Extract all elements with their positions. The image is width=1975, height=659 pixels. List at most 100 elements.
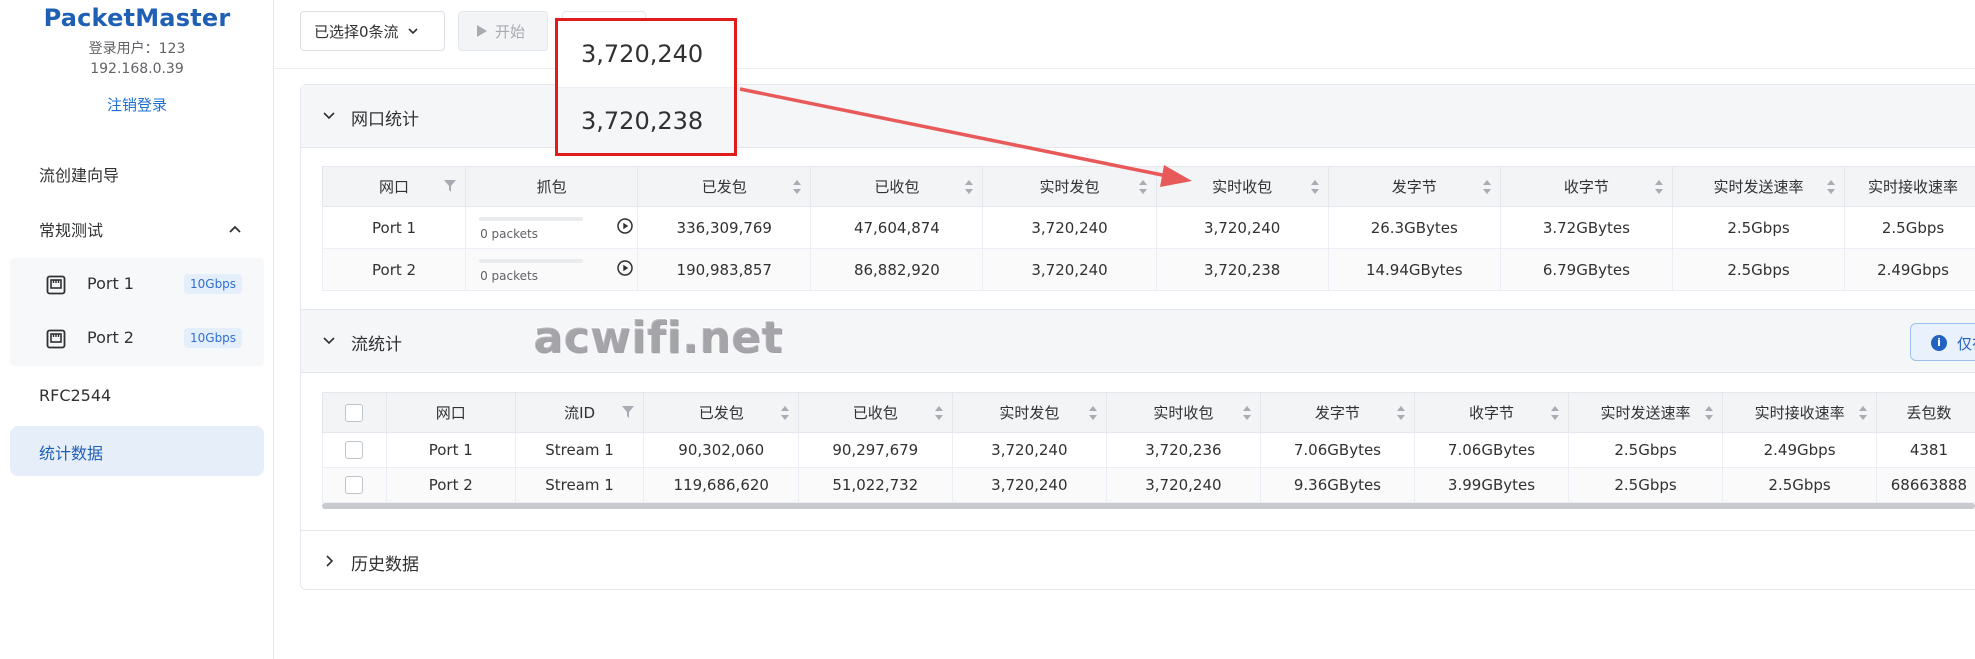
sidebar-item-regular-test[interactable]: 常规测试 xyxy=(39,217,103,241)
section-history-header[interactable]: 历史数据 xyxy=(301,531,1975,591)
sort-icon xyxy=(1654,180,1663,194)
port-label: Port 2 xyxy=(87,328,134,347)
cell-capture: 0 packets xyxy=(465,206,639,249)
ethernet-port-icon xyxy=(46,329,66,349)
sort-icon xyxy=(1482,180,1491,194)
cell-rt-rx: 3,720,238 xyxy=(1155,248,1329,291)
port-stats-table: 网口 抓包 已发包 已收包 实时发包 实时收包 发字节 收字节 实时发送速率 实… xyxy=(321,166,1975,291)
col-header-rt-rx[interactable]: 实时收包 xyxy=(1106,392,1261,433)
sidebar-item-port-1[interactable]: Port 1 10Gbps xyxy=(10,258,264,312)
cell-tx: 119,686,620 xyxy=(643,467,800,503)
filter-icon[interactable] xyxy=(444,180,457,192)
play-circle-icon[interactable] xyxy=(617,260,633,276)
sort-icon xyxy=(1550,406,1559,420)
cell-rx-bytes: 6.79GBytes xyxy=(1499,248,1673,291)
col-header-capture: 抓包 xyxy=(465,166,639,207)
filter-icon[interactable] xyxy=(622,406,635,418)
callout-value-top: 3,720,240 xyxy=(581,40,704,68)
toolbar-divider xyxy=(274,68,1975,69)
col-header-tx-bytes[interactable]: 发字节 xyxy=(1327,166,1501,207)
col-header-rx-rate[interactable]: 实时接收速率 xyxy=(1844,166,1975,207)
capture-count: 0 packets xyxy=(480,227,538,241)
logout-link[interactable]: 注销登录 xyxy=(0,94,274,115)
section-port-stats-header[interactable]: 网口统计 xyxy=(301,85,1975,147)
cell-tx-bytes: 14.94GBytes xyxy=(1327,248,1501,291)
col-header-port: 网口 xyxy=(385,392,516,433)
port-label: Port 1 xyxy=(87,274,134,293)
sidebar-item-statistics[interactable]: 统计数据 xyxy=(10,426,264,476)
highlight-callout: 3,720,240 3,720,238 xyxy=(555,18,737,156)
col-header-rx[interactable]: 已收包 xyxy=(798,392,953,433)
sort-icon xyxy=(1705,406,1714,420)
row-checkbox[interactable] xyxy=(345,441,364,460)
col-header-rt-tx[interactable]: 实时发包 xyxy=(951,392,1108,433)
chevron-down-icon xyxy=(323,112,335,120)
brand-logo: PacketMaster xyxy=(43,4,231,32)
table-row: Port 1 Stream 1 90,302,060 90,297,679 3,… xyxy=(322,432,1975,468)
sidebar-item-flow-wizard[interactable]: 流创建向导 xyxy=(39,162,119,186)
horizontal-scrollbar[interactable] xyxy=(322,503,1975,509)
col-header-rx-bytes[interactable]: 收字节 xyxy=(1414,392,1569,433)
capture-count: 0 packets xyxy=(480,269,538,283)
cell-rt-tx: 3,720,240 xyxy=(951,432,1108,468)
cell-rt-tx: 3,720,240 xyxy=(951,467,1108,503)
row-checkbox-cell[interactable] xyxy=(322,432,387,468)
table-header-row: 网口 抓包 已发包 已收包 实时发包 实时收包 发字节 收字节 实时发送速率 实… xyxy=(321,166,1975,207)
cell-rx-rate: 2.5Gbps xyxy=(1844,206,1975,249)
col-header-tx[interactable]: 已发包 xyxy=(643,392,800,433)
watermark: acwifi.net xyxy=(533,312,783,363)
start-button[interactable]: 开始 xyxy=(458,11,548,51)
cell-tx-rate: 2.5Gbps xyxy=(1671,248,1846,291)
select-all-checkbox-cell[interactable] xyxy=(322,392,387,433)
cell-tx-rate: 2.5Gbps xyxy=(1671,206,1846,249)
col-header-tx[interactable]: 已发包 xyxy=(637,166,812,207)
col-header-tx-rate[interactable]: 实时发送速率 xyxy=(1671,166,1846,207)
sidebar-item-label: 统计数据 xyxy=(39,444,104,463)
col-header-tx-bytes[interactable]: 发字节 xyxy=(1259,392,1416,433)
cell-rx: 51,022,732 xyxy=(798,467,953,503)
col-header-stream-id[interactable]: 流ID xyxy=(514,392,645,433)
cell-tx: 190,983,857 xyxy=(637,248,812,291)
col-header-lost[interactable]: 丢包数 xyxy=(1875,392,1975,433)
cell-rt-rx: 3,720,240 xyxy=(1155,206,1329,249)
ethernet-port-icon xyxy=(46,275,66,295)
col-header-rx[interactable]: 已收包 xyxy=(810,166,984,207)
sidebar: PacketMaster 登录用户：123 192.168.0.39 注销登录 … xyxy=(0,0,274,659)
sort-icon xyxy=(1242,406,1251,420)
cell-rx-rate: 2.5Gbps xyxy=(1722,467,1877,503)
cell-rx-bytes: 7.06GBytes xyxy=(1414,432,1569,468)
cell-tx: 336,309,769 xyxy=(637,206,812,249)
speed-badge: 10Gbps xyxy=(184,274,243,294)
cell-tx-rate: 2.5Gbps xyxy=(1567,432,1724,468)
divider xyxy=(301,147,1975,148)
dropdown-label: 已选择0条流 xyxy=(314,22,399,41)
sidebar-item-port-2[interactable]: Port 2 10Gbps xyxy=(10,312,264,366)
cell-rt-tx: 3,720,240 xyxy=(982,206,1157,249)
table-row: Port 2 Stream 1 119,686,620 51,022,732 3… xyxy=(322,467,1975,503)
cell-tx: 90,302,060 xyxy=(643,432,800,468)
row-checkbox-cell[interactable] xyxy=(322,467,387,503)
play-circle-icon[interactable] xyxy=(617,218,633,234)
col-header-tx-rate[interactable]: 实时发送速率 xyxy=(1567,392,1724,433)
col-header-rt-tx[interactable]: 实时发包 xyxy=(982,166,1157,207)
col-header-rx-rate[interactable]: 实时接收速率 xyxy=(1722,392,1877,433)
cell-stream: Stream 1 xyxy=(514,467,645,503)
sort-icon xyxy=(1138,180,1147,194)
chevron-down-icon xyxy=(407,28,418,35)
chevron-right-icon xyxy=(326,555,334,567)
col-header-rt-rx[interactable]: 实时收包 xyxy=(1155,166,1329,207)
stream-select-dropdown[interactable]: 已选择0条流 xyxy=(300,11,445,51)
chevron-up-icon[interactable] xyxy=(228,222,242,236)
select-all-checkbox[interactable] xyxy=(345,403,364,422)
cell-rt-tx: 3,720,240 xyxy=(982,248,1157,291)
info-icon: i xyxy=(1931,335,1947,351)
cell-rx-bytes: 3.72GBytes xyxy=(1499,206,1673,249)
capture-progress xyxy=(479,217,584,221)
sort-icon xyxy=(1858,406,1867,420)
info-notice[interactable]: i 仅在 xyxy=(1910,323,1975,361)
row-checkbox[interactable] xyxy=(345,476,364,495)
col-header-rx-bytes[interactable]: 收字节 xyxy=(1499,166,1673,207)
sidebar-item-rfc2544[interactable]: RFC2544 xyxy=(39,386,111,405)
chevron-down-icon xyxy=(323,337,335,345)
col-header-port[interactable]: 网口 xyxy=(321,166,467,207)
